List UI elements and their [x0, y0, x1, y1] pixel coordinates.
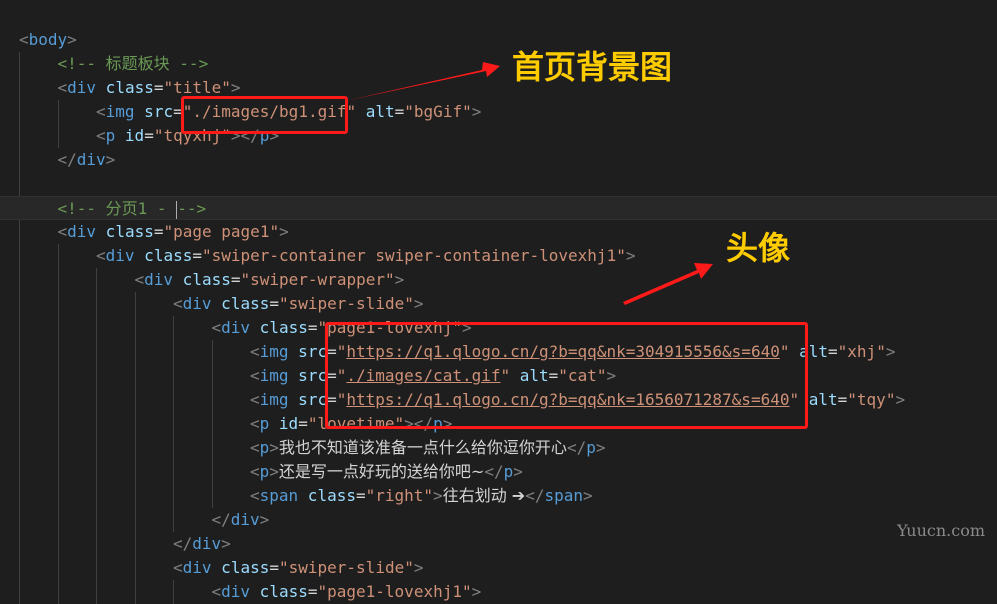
callout-background-image: 首页背景图 [512, 48, 673, 86]
annotation-arrows [345, 62, 713, 305]
arrow-to-background-callout [345, 62, 500, 101]
callout-avatar: 头像 [726, 229, 791, 267]
watermark-text: Yuucn.com [897, 521, 985, 540]
arrow-to-avatar-callout [623, 263, 713, 305]
